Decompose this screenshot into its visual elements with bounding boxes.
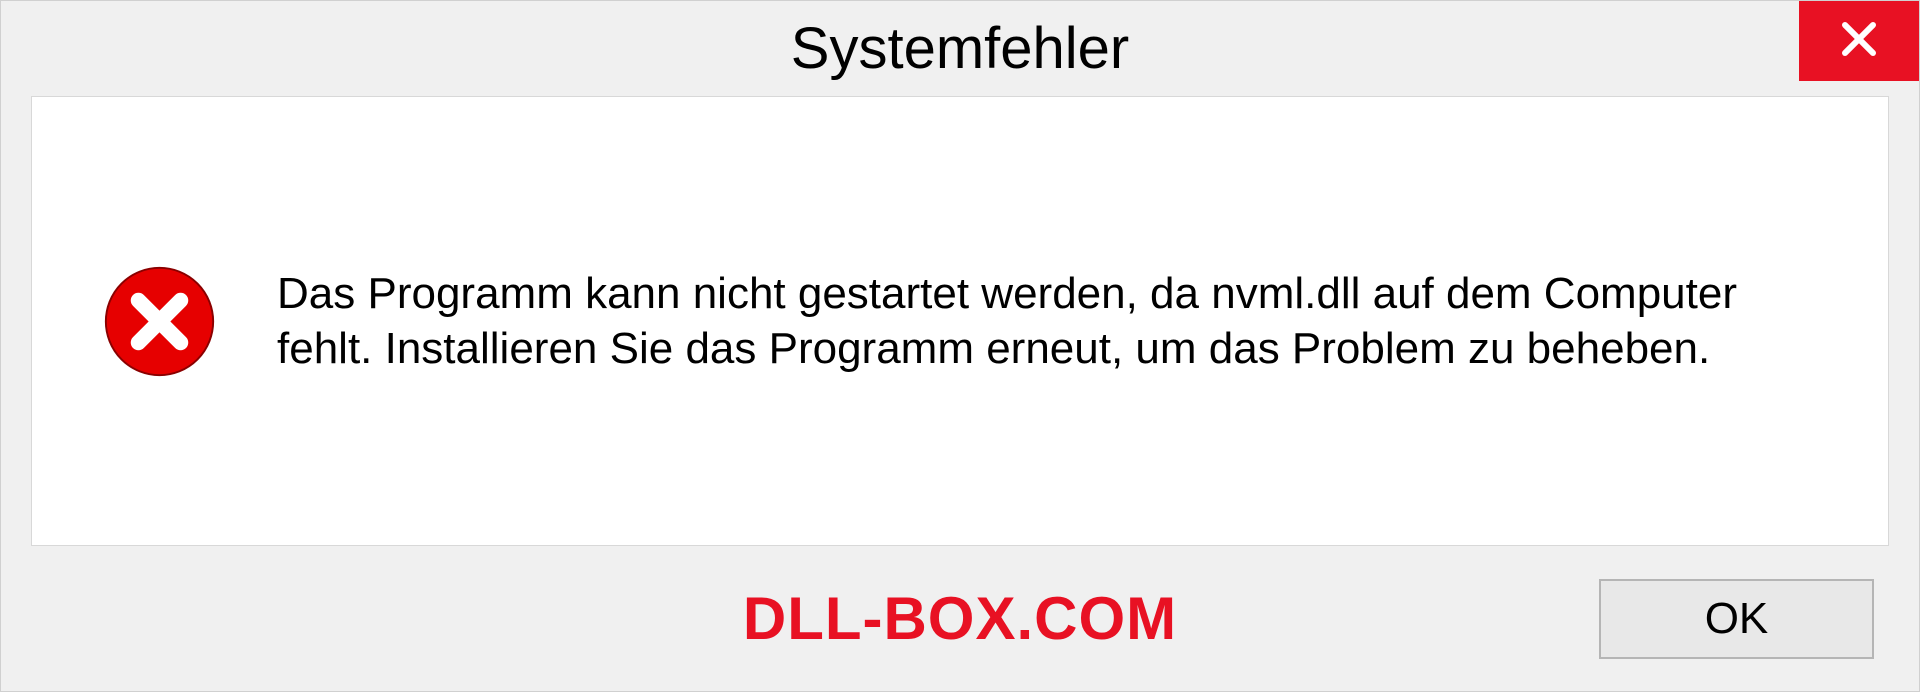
close-button[interactable] bbox=[1799, 1, 1919, 81]
content-area: Das Programm kann nicht gestartet werden… bbox=[31, 96, 1889, 546]
ok-button[interactable]: OK bbox=[1599, 579, 1874, 659]
dialog-footer: DLL-BOX.COM OK bbox=[1, 546, 1919, 691]
titlebar: Systemfehler bbox=[1, 1, 1919, 96]
error-message: Das Programm kann nicht gestartet werden… bbox=[277, 266, 1818, 376]
dialog-title: Systemfehler bbox=[791, 15, 1129, 82]
error-icon bbox=[102, 264, 217, 379]
watermark-text: DLL-BOX.COM bbox=[743, 584, 1177, 653]
error-dialog: Systemfehler Das Programm kann nicht ges… bbox=[0, 0, 1920, 692]
close-icon bbox=[1839, 19, 1879, 64]
